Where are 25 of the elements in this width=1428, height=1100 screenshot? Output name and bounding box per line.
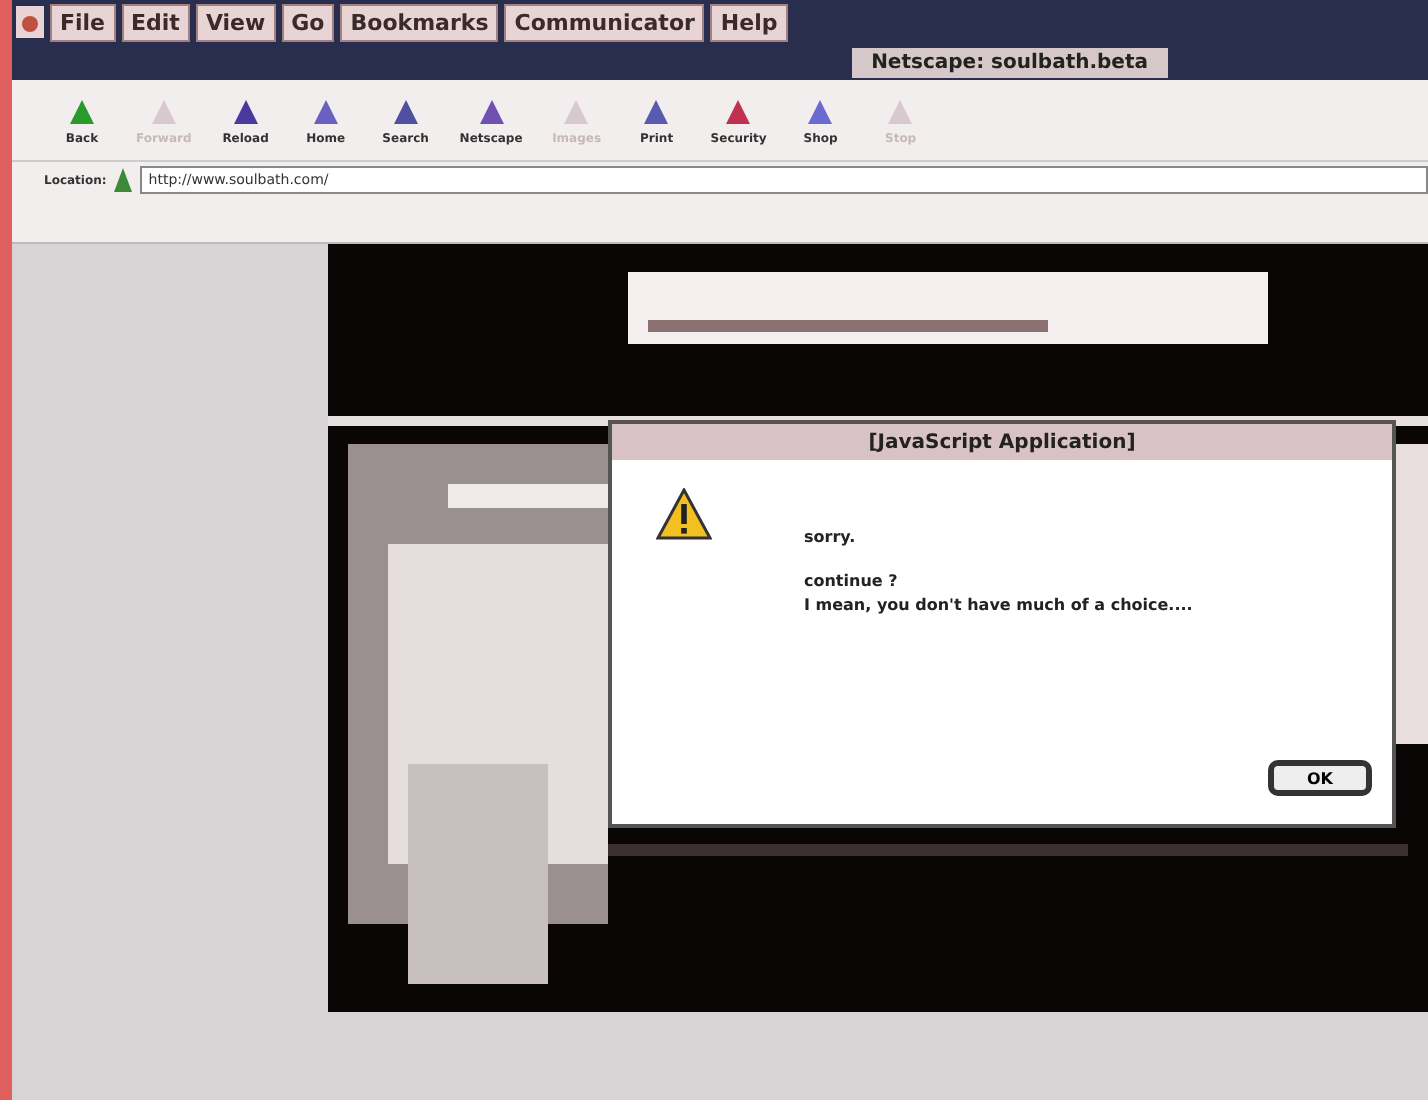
menu-item[interactable]: Go bbox=[281, 3, 335, 41]
menu-item[interactable]: Bookmarks bbox=[340, 3, 499, 41]
dialog-message: sorry. bbox=[804, 528, 858, 546]
menu-item[interactable]: Communicator bbox=[504, 3, 705, 41]
menu-item[interactable]: Edit bbox=[121, 3, 190, 41]
menu-item[interactable]: Help bbox=[710, 3, 788, 41]
menu-item[interactable]: File bbox=[50, 3, 116, 41]
triangle-icon bbox=[804, 95, 837, 127]
triangle-icon bbox=[389, 95, 422, 127]
triangle-icon bbox=[722, 95, 755, 127]
triangle-icon bbox=[475, 95, 508, 127]
warning-icon bbox=[656, 488, 712, 540]
triangle-icon bbox=[640, 95, 673, 127]
window-title: Netscape: soulbath.beta bbox=[851, 47, 1168, 77]
triangle-icon bbox=[229, 95, 262, 127]
triangle-icon bbox=[309, 95, 342, 127]
triangle-icon bbox=[560, 95, 593, 127]
triangle-icon bbox=[884, 95, 917, 127]
menu-item[interactable]: View bbox=[195, 3, 276, 41]
triangle-icon bbox=[66, 95, 98, 127]
ok-button[interactable]: OK bbox=[1268, 760, 1372, 796]
dialog-title: [JavaScript Application] bbox=[612, 424, 1392, 460]
triangle-icon bbox=[147, 95, 180, 127]
dialog-message: I mean, you don't have much of a choice.... bbox=[804, 596, 1193, 614]
dialog-message: continue ? bbox=[804, 572, 900, 590]
